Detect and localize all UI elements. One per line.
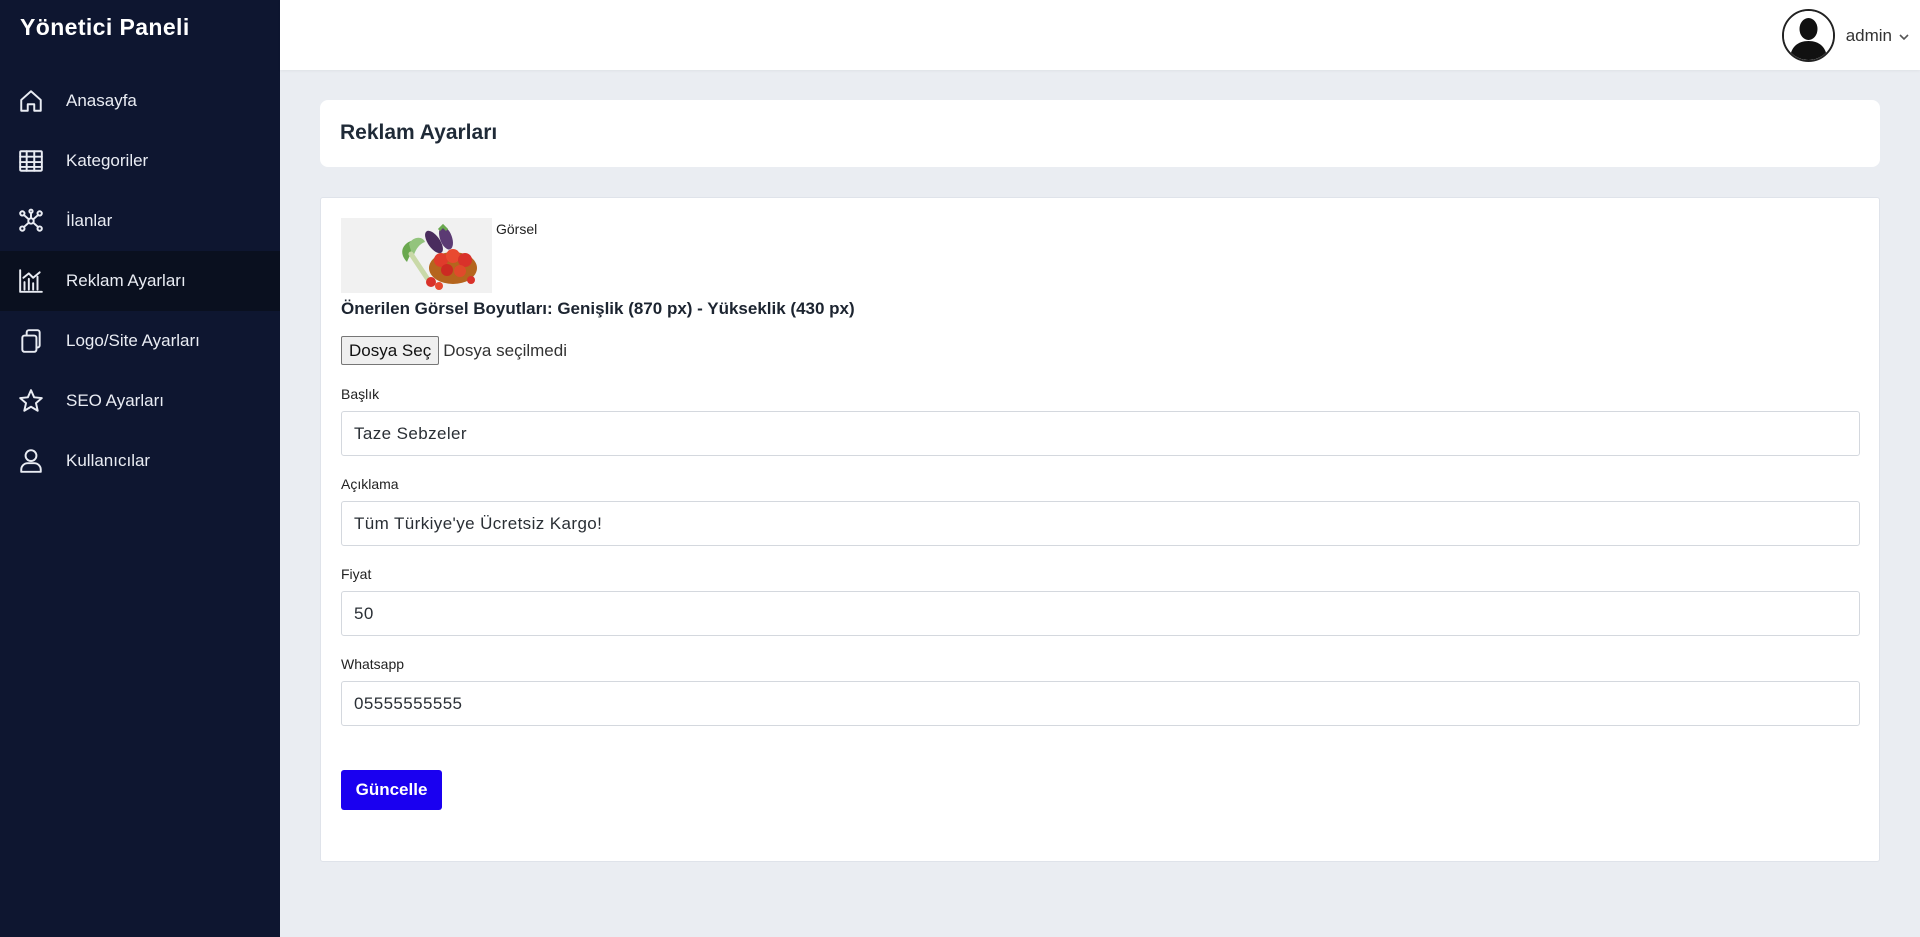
sidebar-item-label: SEO Ayarları (66, 391, 164, 410)
field-label: Fiyat (341, 566, 372, 582)
home-icon (18, 88, 44, 114)
grid-icon (18, 148, 44, 174)
ad-image-preview (341, 218, 492, 293)
field-baslik: Başlık (341, 386, 1860, 456)
page-title: Reklam Ayarları (340, 121, 498, 144)
image-caption: Görsel (496, 221, 538, 237)
sidebar-item-ilanlar[interactable]: İlanlar (0, 191, 280, 251)
brand-title: Yönetici Paneli (20, 14, 190, 40)
sidebar-item-label: Kullanıcılar (66, 451, 151, 470)
sidebar-nav: Anasayfa Kategoriler İlanlar Reklam Ayar… (0, 71, 280, 491)
image-preview-row: Görsel (341, 218, 1859, 293)
sidebar-item-label: Anasayfa (66, 91, 137, 110)
user-menu[interactable]: admin (1781, 9, 1910, 62)
sidebar-item-kategoriler[interactable]: Kategoriler (0, 131, 280, 191)
field-label: Whatsapp (341, 656, 405, 672)
description-input[interactable] (341, 501, 1860, 546)
field-aciklama: Açıklama (341, 476, 1860, 546)
sidebar-item-label: Logo/Site Ayarları (66, 331, 200, 350)
field-whatsapp: Whatsapp (341, 656, 1860, 726)
price-input[interactable] (341, 591, 1860, 636)
field-label: Başlık (341, 386, 380, 402)
sidebar-item-label: Reklam Ayarları (66, 271, 186, 290)
file-input: Dosya Seç Dosya seçilmedi (341, 336, 1859, 365)
image-size-hint: Önerilen Görsel Boyutları: Genişlik (870… (341, 299, 855, 318)
chevron-down-icon (1898, 30, 1910, 42)
chart-icon (18, 268, 44, 294)
choose-file-button[interactable]: Dosya Seç (341, 336, 440, 365)
topbar: admin (280, 0, 1920, 70)
whatsapp-input[interactable] (341, 681, 1860, 726)
user-icon (18, 448, 44, 474)
page-title-card: Reklam Ayarları (320, 100, 1880, 167)
field-label: Açıklama (341, 476, 399, 492)
sidebar-item-logo-site-ayarlari[interactable]: Logo/Site Ayarları (0, 311, 280, 371)
avatar (1781, 9, 1835, 62)
ad-settings-form: Görsel Önerilen Görsel Boyutları: Genişl… (320, 197, 1880, 862)
sidebar-item-kullanicilar[interactable]: Kullanıcılar (0, 431, 280, 491)
sidebar-item-seo-ayarlari[interactable]: SEO Ayarları (0, 371, 280, 431)
copy-icon (18, 328, 44, 354)
sidebar-item-label: İlanlar (66, 211, 113, 230)
star-icon (18, 388, 44, 414)
network-icon (18, 208, 44, 234)
user-name: admin (1845, 25, 1892, 45)
avatar-silhouette-icon (1783, 11, 1833, 60)
sidebar-item-reklam-ayarlari[interactable]: Reklam Ayarları (0, 251, 280, 311)
file-status: Dosya seçilmedi (443, 340, 567, 360)
sidebar-item-anasayfa[interactable]: Anasayfa (0, 71, 280, 131)
vegetables-image-icon (341, 218, 492, 293)
sidebar-item-label: Kategoriler (66, 151, 149, 170)
title-input[interactable] (341, 411, 1860, 456)
update-button[interactable]: Güncelle (341, 770, 442, 810)
sidebar: Yönetici Paneli Anasayfa Kategoriler İla… (0, 0, 280, 937)
field-fiyat: Fiyat (341, 566, 1860, 636)
